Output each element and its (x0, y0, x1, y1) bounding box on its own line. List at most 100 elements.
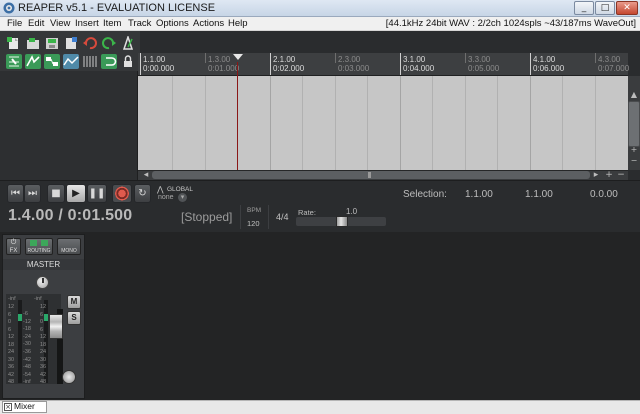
lock-icon[interactable] (120, 54, 136, 69)
meter-scale-label: -12 (23, 318, 31, 325)
ripple-edit-icon[interactable] (25, 54, 41, 69)
grid-snap-icon[interactable] (6, 54, 22, 69)
minimize-button[interactable]: _ (574, 1, 594, 15)
meter-scale-label: -42 (23, 356, 31, 363)
meter-peak-left: -inf (8, 296, 16, 302)
chevron-down-icon[interactable]: ▾ (178, 193, 187, 202)
menu-view[interactable]: View (50, 18, 70, 29)
menu-actions[interactable]: Actions (193, 18, 224, 29)
timeline-ruler[interactable]: 1.1.00 0:00.000 1.3.00 0:01.000 2.1.00 0:02… (138, 53, 629, 76)
ruler-mark: 1.1.00 0:00.000 (143, 55, 175, 73)
record-icon[interactable] (112, 184, 132, 203)
vertical-zoom-in-icon[interactable]: + (628, 145, 640, 155)
loop-icon[interactable] (101, 54, 117, 69)
meter-scale-label: 48 (8, 379, 15, 385)
save-project-icon[interactable] (44, 36, 60, 51)
undo-icon[interactable] (82, 36, 98, 51)
new-project-icon[interactable] (6, 36, 22, 51)
master-routing-button[interactable]: ROUTING (25, 238, 53, 255)
automation-mode-icon[interactable]: ⋀ (157, 185, 164, 194)
menu-options[interactable]: Options (156, 18, 189, 29)
zoom-in-icon[interactable]: + (603, 170, 615, 180)
meter-scale-label: 42 (8, 371, 15, 378)
bpm-value[interactable]: 120 (247, 219, 260, 228)
open-project-icon[interactable] (25, 36, 41, 51)
meter-scale-label: -30 (23, 341, 31, 348)
time-display[interactable]: 1.4.00 / 0:01.500 (8, 207, 132, 225)
close-icon[interactable]: × (4, 403, 12, 411)
vertical-scroll-thumb[interactable] (628, 101, 640, 147)
scroll-up-icon[interactable]: ▲ (628, 90, 640, 100)
routing-indicator-icon (30, 240, 37, 246)
meter-scale-label: 36 (40, 364, 47, 370)
menu-file[interactable]: File (7, 18, 22, 29)
maximize-button[interactable]: □ (595, 1, 615, 15)
menu-item[interactable]: Item (103, 18, 121, 29)
horizontal-scroll-thumb[interactable] (152, 171, 590, 179)
meter-scale-label: 30 (40, 356, 47, 363)
menu-help[interactable]: Help (228, 18, 248, 29)
meter-bar-left (18, 300, 22, 383)
grid-line (367, 76, 368, 170)
arrange-view[interactable] (138, 76, 628, 170)
master-mono-button[interactable]: MONO (57, 238, 81, 255)
window-title: REAPER v5.1 - EVALUATION LICENSE (18, 2, 216, 14)
time-signature[interactable]: 4/4 (276, 212, 289, 222)
volume-fader-cap[interactable] (49, 314, 63, 339)
grid-line (497, 76, 498, 170)
playhead-marker-icon[interactable] (233, 54, 243, 60)
selection-length[interactable]: 0.0.00 (590, 189, 618, 200)
global-automation-value[interactable]: none (158, 194, 174, 201)
grid-line (562, 76, 563, 170)
repeat-icon[interactable]: ↻ (134, 184, 151, 203)
selection-end[interactable]: 1.1.00 (525, 189, 553, 200)
go-to-end-icon[interactable]: ⏭ (24, 184, 41, 203)
grid-line (595, 76, 596, 170)
rate-slider-thumb[interactable] (336, 216, 348, 227)
menu-insert[interactable]: Insert (75, 18, 99, 29)
stop-icon[interactable]: ■ (47, 184, 65, 203)
grid-line (302, 76, 303, 170)
grouping-icon[interactable] (44, 54, 60, 69)
go-to-start-icon[interactable]: ⏮ (7, 184, 24, 203)
meter-scale-label: -18 (23, 326, 31, 333)
global-automation-label: GLOBAL (167, 186, 194, 193)
redo-icon[interactable] (101, 36, 117, 51)
audio-device-status[interactable]: [44.1kHz 24bit WAV : 2/2ch 1024spls ~43/… (386, 18, 636, 29)
meter-scale-label: -48 (23, 364, 31, 371)
envelope-lock-icon[interactable] (63, 54, 79, 69)
master-track-name: MASTER (3, 259, 84, 270)
pause-icon[interactable]: ❚❚ (87, 184, 107, 203)
scroll-left-icon[interactable]: ◂ (140, 170, 152, 180)
metronome-icon[interactable] (120, 36, 136, 51)
play-state: [Stopped] (181, 210, 233, 224)
selection-start[interactable]: 1.1.00 (465, 189, 493, 200)
meter-scale-label: 6 (40, 326, 44, 333)
master-pan-knob[interactable] (36, 276, 49, 289)
grid-line (172, 76, 173, 170)
grid-line (530, 76, 531, 170)
master-fx-button[interactable]: ⏻ FX (6, 238, 21, 255)
zoom-out-icon[interactable]: − (615, 170, 627, 180)
envelope-knob-icon[interactable] (62, 370, 76, 384)
menu-edit[interactable]: Edit (28, 18, 44, 29)
meter-fill-left (18, 314, 22, 321)
meter-scale-label: 0 (8, 319, 12, 325)
master-mute-button[interactable]: M (67, 295, 81, 309)
title-bar: REAPER v5.1 - EVALUATION LICENSE _ □ ✕ (0, 0, 640, 17)
track-control-panel[interactable] (0, 71, 138, 180)
vertical-zoom-out-icon[interactable]: − (628, 156, 640, 166)
menu-track[interactable]: Track (128, 18, 151, 29)
tab-mixer-label: Mixer (14, 401, 35, 411)
meter-scale-label: -24 (23, 333, 31, 340)
crossfade-icon[interactable] (82, 54, 98, 69)
project-settings-icon[interactable] (63, 36, 79, 51)
master-solo-button[interactable]: S (67, 311, 81, 325)
reaper-window: REAPER v5.1 - EVALUATION LICENSE _ □ ✕ F… (0, 0, 640, 414)
meter-scale-label: -inf (23, 379, 31, 386)
meter-scale-label: 30 (8, 356, 15, 363)
play-icon[interactable]: ▶ (66, 184, 86, 203)
close-button[interactable]: ✕ (616, 1, 638, 15)
scroll-right-icon[interactable]: ▸ (590, 170, 602, 180)
grid-line (335, 76, 336, 170)
